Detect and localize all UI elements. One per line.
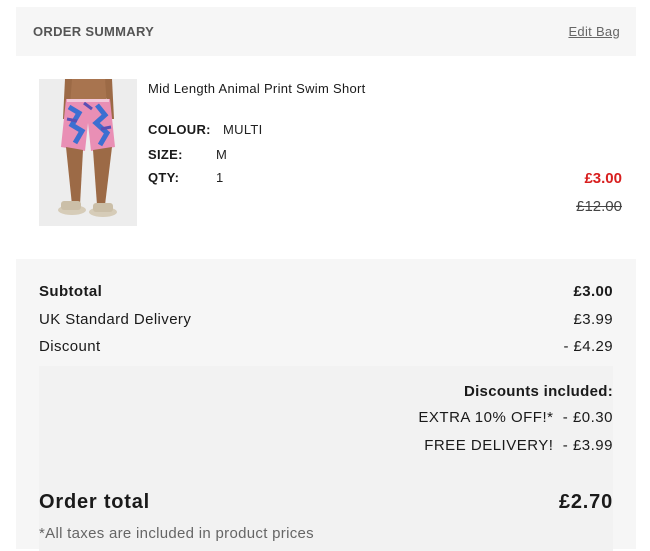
totals-panel: Subtotal £3.00 UK Standard Delivery £3.9… [16, 259, 636, 551]
order-summary-title: ORDER SUMMARY [33, 24, 155, 39]
colour-label: COLOUR: [148, 122, 211, 137]
product-image [39, 79, 137, 226]
qty-attribute: QTY: 1 [148, 170, 224, 185]
discount-item: EXTRA 10% OFF!* - £0.30 [418, 409, 613, 426]
subtotal-value: £3.00 [573, 283, 613, 300]
delivery-label: UK Standard Delivery [39, 311, 192, 328]
subtotal-label: Subtotal [39, 283, 103, 300]
product-name[interactable]: Mid Length Animal Print Swim Short [148, 81, 366, 96]
discount-row: Discount - £4.29 [39, 338, 613, 355]
qty-label: QTY: [148, 170, 180, 185]
order-total-label: Order total [39, 491, 151, 513]
bag-item: Mid Length Animal Print Swim Short COLOU… [16, 56, 636, 256]
edit-bag-link[interactable]: Edit Bag [568, 24, 620, 39]
discounts-title: Discounts included: [463, 383, 613, 400]
sale-price: £3.00 [584, 170, 622, 187]
product-photo [39, 79, 137, 226]
discount-item-amount: - £0.30 [562, 409, 613, 426]
original-price: £12.00 [576, 198, 622, 215]
size-value: M [216, 147, 228, 162]
discounts-panel: Discounts included: EXTRA 10% OFF!* - £0… [39, 366, 613, 551]
delivery-row: UK Standard Delivery £3.99 [39, 311, 613, 328]
discount-item: FREE DELIVERY! - £3.99 [424, 437, 613, 454]
order-total-value: £2.70 [558, 491, 613, 513]
colour-attribute: COLOUR: MULTI [148, 122, 263, 137]
order-total-row: Order total £2.70 [39, 491, 613, 514]
tax-note: *All taxes are included in product price… [39, 525, 314, 542]
subtotal-row: Subtotal £3.00 [39, 283, 613, 300]
qty-value: 1 [216, 170, 224, 185]
discount-item-name: FREE DELIVERY! [424, 437, 554, 454]
discount-label: Discount [39, 338, 101, 355]
discount-item-name: EXTRA 10% OFF!* [418, 409, 554, 426]
size-attribute: SIZE: M [148, 147, 227, 162]
colour-value: MULTI [223, 122, 263, 137]
discount-value: - £4.29 [563, 338, 613, 355]
order-summary-header: ORDER SUMMARY Edit Bag [16, 7, 636, 56]
discount-item-amount: - £3.99 [562, 437, 613, 454]
size-label: SIZE: [148, 147, 183, 162]
delivery-value: £3.99 [573, 311, 613, 328]
